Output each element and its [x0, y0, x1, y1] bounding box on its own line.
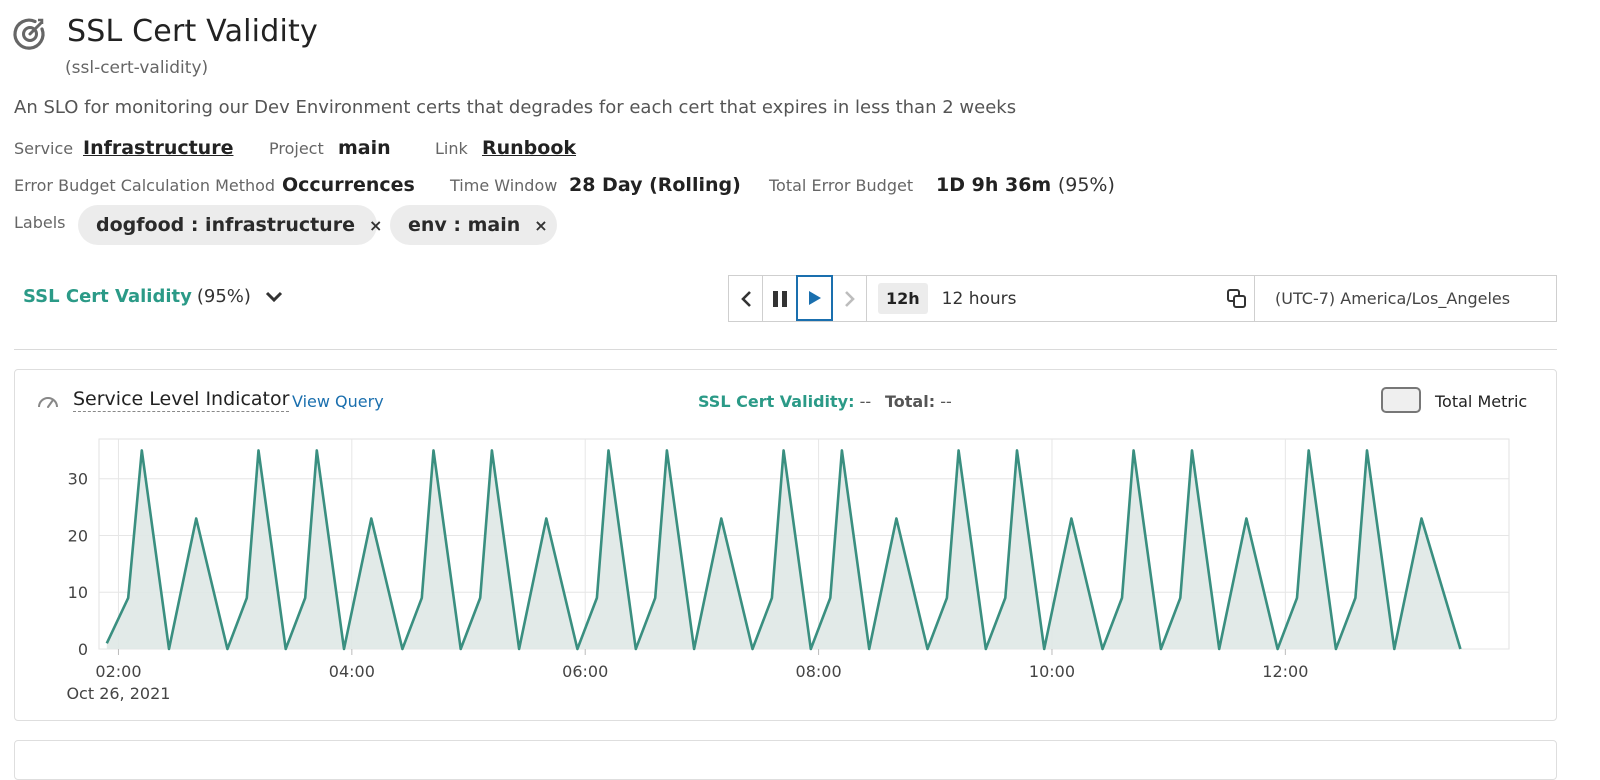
error-budget-duration: 1D 9h 36m [936, 174, 1051, 196]
project-value: main [338, 137, 391, 159]
slo-selector-percent: (95%) [197, 286, 251, 307]
service-label: Service [14, 139, 73, 158]
time-range-picker[interactable]: 12h 12 hours [866, 276, 1254, 321]
play-icon [808, 290, 822, 306]
next-panel [14, 740, 1557, 780]
labels-label: Labels [14, 213, 66, 232]
copy-icon[interactable] [1226, 288, 1248, 310]
slo-slug: (ssl-cert-validity) [65, 58, 208, 78]
link-label: Link [435, 139, 468, 158]
chevron-down-icon [265, 291, 283, 303]
label-chip: dogfood : infrastructure × [78, 205, 377, 245]
total-metric-label: Total Metric [1435, 392, 1527, 411]
error-budget-label: Total Error Budget [769, 176, 913, 195]
previous-range-button[interactable] [729, 276, 762, 321]
slo-target-icon [12, 16, 48, 52]
legend-sli: SSL Cert Validity: -- [698, 392, 871, 411]
time-range-badge: 12h [878, 283, 928, 314]
y-tick-label: 0 [78, 640, 88, 659]
runbook-link[interactable]: Runbook [482, 137, 576, 159]
slo-selector-name: SSL Cert Validity [23, 286, 192, 307]
slo-description: An SLO for monitoring our Dev Environmen… [14, 97, 1016, 118]
sli-title: Service Level Indicator [73, 388, 289, 412]
legend-total: Total: -- [885, 392, 952, 411]
remove-label-button[interactable]: × [369, 216, 382, 235]
x-tick-label: 06:00 [562, 662, 608, 681]
x-tick-label: 10:00 [1029, 662, 1075, 681]
play-button[interactable] [796, 275, 833, 321]
error-budget-percent: (95%) [1058, 174, 1115, 196]
section-divider [14, 349, 1557, 350]
budget-method-label: Error Budget Calculation Method [14, 176, 275, 195]
gauge-icon [36, 392, 60, 410]
x-tick-label: 04:00 [329, 662, 375, 681]
legend-sli-key: SSL Cert Validity: [698, 392, 854, 411]
error-budget-value: 1D 9h 36m (95%) [936, 174, 1115, 196]
y-tick-label: 20 [68, 526, 88, 545]
label-chip-text: env : main [408, 214, 520, 236]
chevron-left-icon [740, 290, 752, 308]
pause-icon [772, 290, 788, 308]
sli-chart: 0 10 20 30 02:00 Oct 26, 2021 04:00 06:00 08:00 1… [60, 432, 1530, 712]
chevron-right-icon [844, 290, 856, 308]
chart-series [107, 450, 1461, 649]
slo-selector-dropdown[interactable]: SSL Cert Validity (95%) [23, 286, 283, 307]
x-tick-date-label: Oct 26, 2021 [66, 684, 170, 703]
time-window-value: 28 Day (Rolling) [569, 174, 741, 196]
pause-button[interactable] [762, 276, 796, 321]
page-title: SSL Cert Validity [67, 14, 318, 49]
time-controls: 12h 12 hours (UTC-7) America/Los_Angeles [728, 275, 1557, 322]
legend-sli-value: -- [860, 392, 872, 411]
budget-method-value: Occurrences [282, 174, 415, 196]
timezone-selector[interactable]: (UTC-7) America/Los_Angeles [1254, 276, 1556, 321]
x-tick-label: 08:00 [796, 662, 842, 681]
label-chip-text: dogfood : infrastructure [96, 214, 355, 236]
x-tick-label: 12:00 [1262, 662, 1308, 681]
legend-total-key: Total: [885, 392, 935, 411]
project-label: Project [269, 139, 324, 158]
y-tick-label: 10 [68, 583, 88, 602]
view-query-link[interactable]: View Query [292, 392, 384, 411]
y-tick-label: 30 [68, 470, 88, 489]
time-range-label: 12 hours [942, 289, 1017, 309]
total-metric-toggle[interactable] [1381, 387, 1421, 413]
next-range-button[interactable] [833, 276, 866, 321]
service-link[interactable]: Infrastructure [83, 137, 233, 159]
label-chip: env : main × [390, 205, 557, 245]
legend-total-value: -- [940, 392, 952, 411]
x-tick-label: 02:00 [95, 662, 141, 681]
time-window-label: Time Window [450, 176, 557, 195]
remove-label-button[interactable]: × [534, 216, 547, 235]
